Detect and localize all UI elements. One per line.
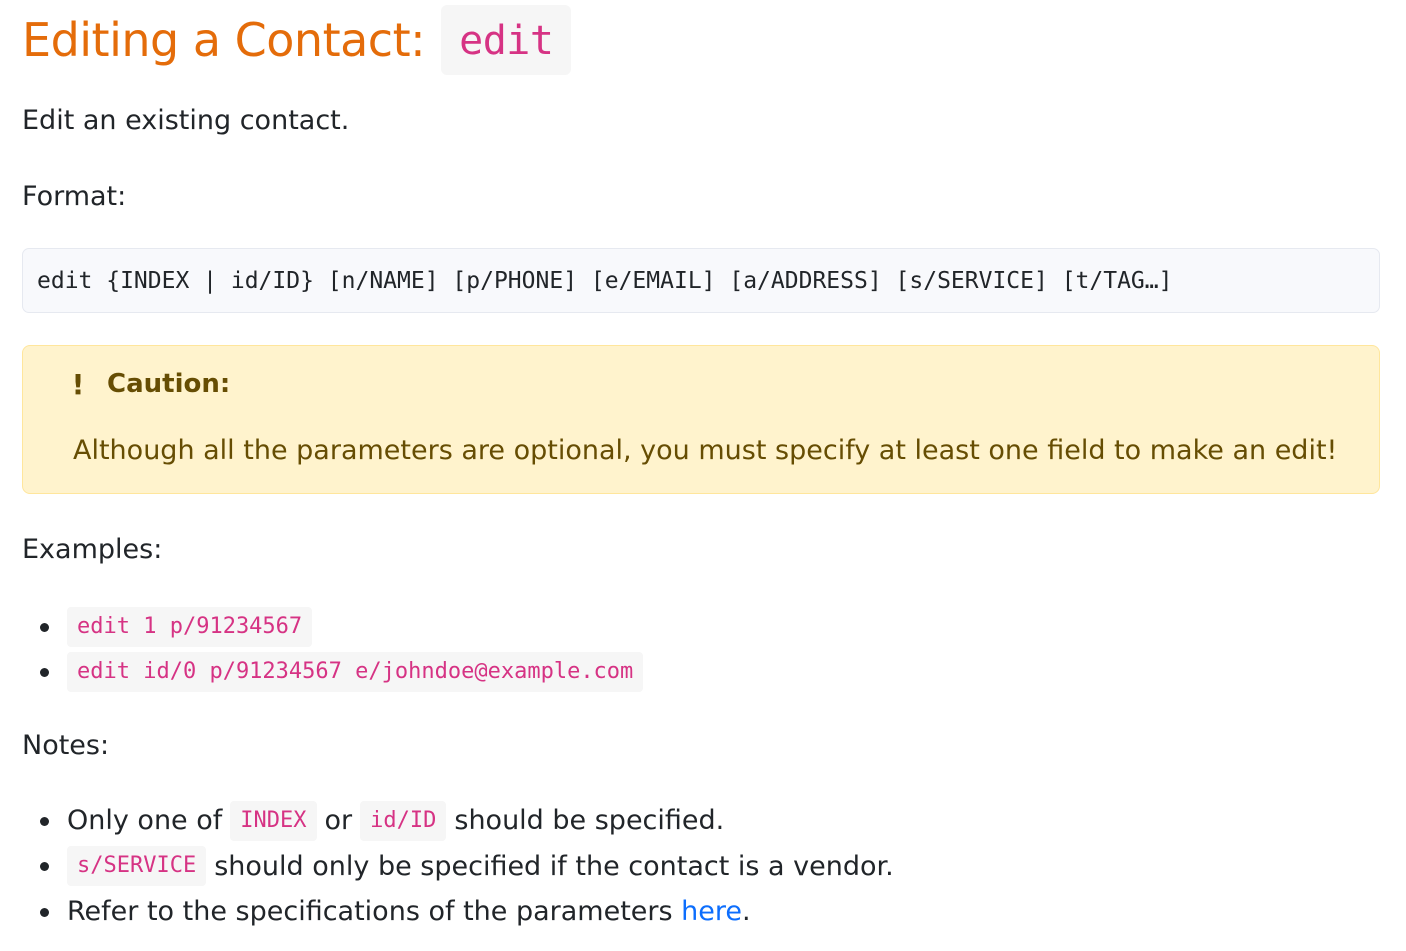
caution-body: Although all the parameters are optional…	[73, 435, 1338, 466]
page-title: Editing a Contact: edit	[22, 4, 572, 76]
example-code: edit id/0 p/91234567 e/johndoe@example.c…	[67, 652, 644, 693]
note-text: Only one of	[67, 805, 223, 837]
examples-list: edit 1 p/91234567 edit id/0 p/91234567 e…	[22, 604, 644, 696]
intro-text: Edit an existing contact.	[22, 105, 350, 136]
notes-list: Only one of INDEX or id/ID should be spe…	[22, 798, 894, 935]
note-text: Refer to the specifications of the param…	[67, 896, 673, 928]
parameters-spec-link[interactable]: here	[681, 896, 742, 927]
notes-label: Notes:	[22, 730, 110, 761]
note-text: should be specified.	[454, 805, 725, 837]
caution-title: Caution:	[107, 369, 231, 399]
bullet-icon	[40, 816, 49, 826]
example-code: edit 1 p/91234567	[67, 606, 313, 647]
bullet-icon	[40, 622, 49, 632]
list-item: Only one of INDEX or id/ID should be spe…	[22, 798, 894, 844]
note-text: should only be specified if the contact …	[214, 850, 894, 882]
bullet-icon	[40, 907, 49, 917]
list-item: edit 1 p/91234567	[22, 604, 643, 650]
list-item: edit id/0 p/91234567 e/johndoe@example.c…	[22, 650, 644, 696]
examples-label: Examples:	[22, 534, 163, 565]
list-item: s/SERVICE should only be specified if th…	[22, 844, 894, 890]
page-title-command: edit	[441, 5, 572, 75]
page-title-text: Editing a Contact:	[22, 13, 426, 67]
bullet-icon	[40, 668, 49, 678]
note-text: .	[742, 896, 751, 928]
caution-callout: ! Caution: Although all the parameters a…	[22, 345, 1380, 494]
format-code-block: edit {INDEX | id/ID} [n/NAME] [p/PHONE] …	[22, 248, 1380, 313]
caution-header: ! Caution:	[69, 366, 231, 402]
format-label: Format:	[22, 181, 127, 212]
note-code-id: id/ID	[360, 800, 447, 841]
note-code-index: INDEX	[230, 800, 317, 841]
note-code-service: s/SERVICE	[67, 846, 207, 887]
note-text: or	[324, 805, 353, 837]
list-item: Refer to the specifications of the param…	[22, 889, 894, 935]
exclamation-icon: !	[71, 367, 85, 401]
bullet-icon	[40, 862, 49, 872]
